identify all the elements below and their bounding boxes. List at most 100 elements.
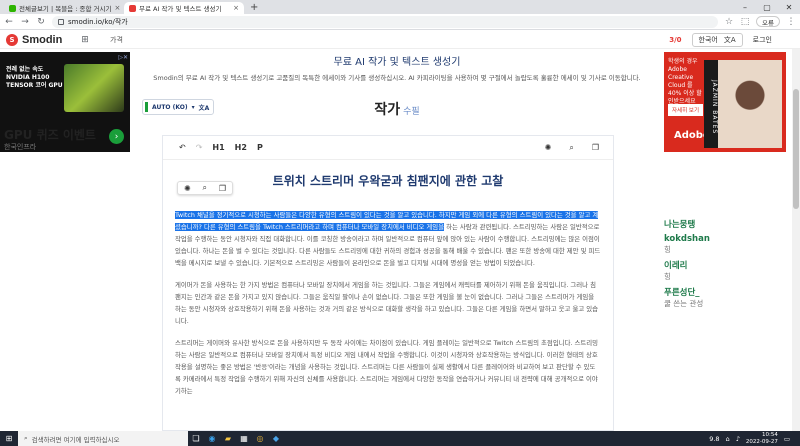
translate-icon: 文A (723, 35, 736, 44)
tray-label: 9.8 (709, 434, 720, 443)
grid-menu-icon[interactable]: ⊞ (80, 35, 90, 45)
paragraph-text: 스트리머는 게이머와 유사한 방식으로 돈을 사용하지만 두 동작 사이에는 차… (175, 339, 599, 395)
translate-icon: 文A (198, 104, 210, 112)
browser-tab-1[interactable]: 무료 AI 작가 및 텍스트 생성기 × (124, 2, 244, 14)
page-scrollbar[interactable] (792, 49, 800, 431)
search-icon[interactable]: ⌕ (569, 143, 573, 153)
folder-icon[interactable]: ▰ (220, 434, 236, 443)
heading-1-button[interactable]: H1 (212, 143, 224, 152)
ad-text: 학생의 경우 Adobe Creative Cloud 를 40% 이상 할인받… (668, 58, 702, 105)
ad-cta-button[interactable]: 자세히 보기 (668, 104, 704, 116)
header-right: 3/0 한국어 文A 로그인 (669, 32, 800, 47)
logo-icon: S (6, 33, 18, 46)
paragraph-button[interactable]: P (257, 143, 263, 152)
selection-toolbar: ✺ ⌕ ❐ (177, 181, 233, 195)
browser-tab-0[interactable]: 전체글보기 | 복블음 : 종합 거시기 × (4, 2, 124, 14)
ad-card-label: JAZMIN BATES (704, 60, 718, 148)
store-icon[interactable]: ▦ (236, 434, 252, 443)
star-icon[interactable]: ☆ (724, 17, 734, 27)
chrome-icon[interactable]: ◎ (252, 434, 268, 443)
scrollbar-thumb[interactable] (793, 89, 799, 209)
back-icon[interactable]: ← (4, 17, 14, 27)
login-link[interactable]: 로그인 (753, 35, 772, 45)
search-icon[interactable]: ⌕ (203, 183, 207, 193)
forward-icon[interactable]: → (20, 17, 30, 27)
main-content: 무료 AI 작가 및 텍스트 생성기 Smodin의 무료 AI 작가 및 텍스… (134, 49, 660, 431)
ad-image (64, 64, 124, 112)
system-tray: 9.8 ⌂ ♪ 10:54 2022-09-27 ▭ (709, 432, 800, 446)
chat-username: 푸른성단_ (664, 288, 700, 298)
language-select[interactable]: AUTO (KO) ▾ 文A (142, 99, 214, 115)
taskbar-search-placeholder: 검색하려면 여기에 입력하십시오 (31, 435, 120, 444)
paragraph: 게이머가 돈을 사용하는 한 가지 방법은 컴퓨터나 모바일 장치에서 게임을 … (175, 279, 601, 327)
ad-card: JAZMIN BATES (704, 60, 782, 148)
notification-icon[interactable]: ▭ (784, 435, 790, 443)
url-text: smodin.io/ko/작가 (68, 17, 128, 26)
chat-username: 이레리 (664, 261, 688, 271)
clock-date: 2022-09-27 (745, 438, 778, 445)
maximize-icon[interactable]: ▢ (756, 3, 778, 12)
credits-counter[interactable]: 3/0 (669, 36, 681, 44)
ai-icon[interactable]: ✺ (545, 143, 552, 153)
ad-banner-right[interactable]: 학생의 경우 Adobe Creative Cloud 를 40% 이상 할인받… (664, 52, 786, 152)
chevron-down-icon: ▾ (191, 103, 195, 111)
ad-cta-sub: 한국인프라 (4, 143, 37, 151)
close-icon[interactable]: × (114, 4, 120, 12)
language-button[interactable]: 한국어 文A (691, 32, 743, 47)
chat-message: 쿨 쓴는 관성 (664, 299, 704, 308)
minimize-icon[interactable]: – (734, 3, 756, 12)
paragraph-text: 게이머가 돈을 사용하는 한 가지 방법은 컴퓨터나 모바일 장치에서 게임을 … (175, 281, 598, 325)
writer-subtitle[interactable]: 수필 (403, 107, 420, 117)
close-window-icon[interactable]: ✕ (778, 3, 800, 12)
lock-icon (58, 18, 64, 25)
chat-entry: 이레리 힝 (664, 259, 788, 282)
clock[interactable]: 10:54 2022-09-27 (746, 432, 778, 446)
chat-entry: kokdshan 힝 (664, 234, 788, 255)
writer-title-text: 작가 (374, 102, 401, 118)
chat-panel: 나는뭉탱 kokdshan 힝 이레리 힝 푸른성단_ 쿨 쓴는 관성 (664, 214, 788, 309)
ad-photo (718, 60, 782, 148)
logo-text: Smodin (22, 33, 63, 46)
windows-start-icon[interactable]: ⊞ (0, 434, 18, 443)
ad-cta-left[interactable]: GPU 퀴즈 이벤트 한국인프라 › (0, 118, 130, 158)
reload-icon[interactable]: ↻ (36, 17, 46, 27)
extensions-icon[interactable]: ⬚ (740, 17, 750, 27)
close-icon[interactable]: × (233, 4, 239, 12)
new-tab-button[interactable]: + (244, 2, 264, 14)
ai-icon[interactable]: ✺ (184, 184, 191, 193)
copy-icon[interactable]: ❐ (592, 143, 599, 153)
menu-icon[interactable]: ⋮ (786, 17, 796, 27)
logo[interactable]: S Smodin (0, 33, 80, 46)
volume-icon[interactable]: ♪ (736, 435, 740, 443)
url-input[interactable]: smodin.io/ko/작가 (52, 15, 719, 28)
copy-icon[interactable]: ❐ (219, 184, 226, 193)
ad-info-icon[interactable]: ▷✕ (118, 54, 128, 61)
taskbar-search[interactable]: ⌕ 검색하려면 여기에 입력하십시오 (18, 431, 188, 446)
edge-icon[interactable]: ◉ (204, 434, 220, 443)
browser-tab-bar: 전체글보기 | 복블음 : 종합 거시기 × 무료 AI 작가 및 텍스트 생성… (0, 0, 800, 14)
profile-button[interactable]: 오류 (756, 16, 780, 27)
network-icon[interactable]: ⌂ (726, 435, 730, 443)
chat-username: 나는뭉탱 (664, 220, 696, 230)
address-bar: ← → ↻ smodin.io/ko/작가 ☆ ⬚ 오류 ⋮ (0, 14, 800, 30)
undo-icon[interactable]: ↶ (179, 143, 186, 152)
redo-icon[interactable]: ↷ (196, 143, 203, 152)
window-controls: – ▢ ✕ (734, 0, 800, 14)
document-body[interactable]: Twitch 채널을 정기적으로 시청하는 사람들은 다양한 유형의 스트림이 … (163, 189, 613, 397)
chevron-right-icon[interactable]: › (109, 129, 124, 144)
paragraph: 스트리머는 게이머와 유사한 방식으로 돈을 사용하지만 두 동작 사이에는 차… (175, 337, 601, 397)
task-view-icon[interactable]: ❏ (188, 434, 204, 443)
pricing-link[interactable]: 가격 (110, 35, 123, 45)
chat-username: kokdshan (664, 234, 710, 244)
tab-title: 무료 AI 작가 및 텍스트 생성기 (139, 5, 222, 13)
heading-2-button[interactable]: H2 (235, 143, 247, 152)
toolbar-right: ✺ ⌕ ❐ (545, 143, 613, 153)
paragraph: Twitch 채널을 정기적으로 시청하는 사람들은 다양한 유형의 스트림이 … (175, 209, 601, 269)
search-icon: ⌕ (24, 434, 28, 442)
site-header: S Smodin ⊞ 가격 3/0 한국어 文A 로그인 (0, 31, 800, 49)
tab-favicon-icon (9, 4, 16, 12)
editor[interactable]: ↶ ↷ H1 H2 P ✺ ⌕ ❐ 트위치 스트리머 우왁굳과 침팬지에 관한 … (162, 135, 614, 431)
app-icon[interactable]: ◆ (268, 434, 284, 443)
chat-entry: 푸른성단_ 쿨 쓴는 관성 (664, 286, 788, 309)
chat-message: 힝 (664, 272, 671, 281)
